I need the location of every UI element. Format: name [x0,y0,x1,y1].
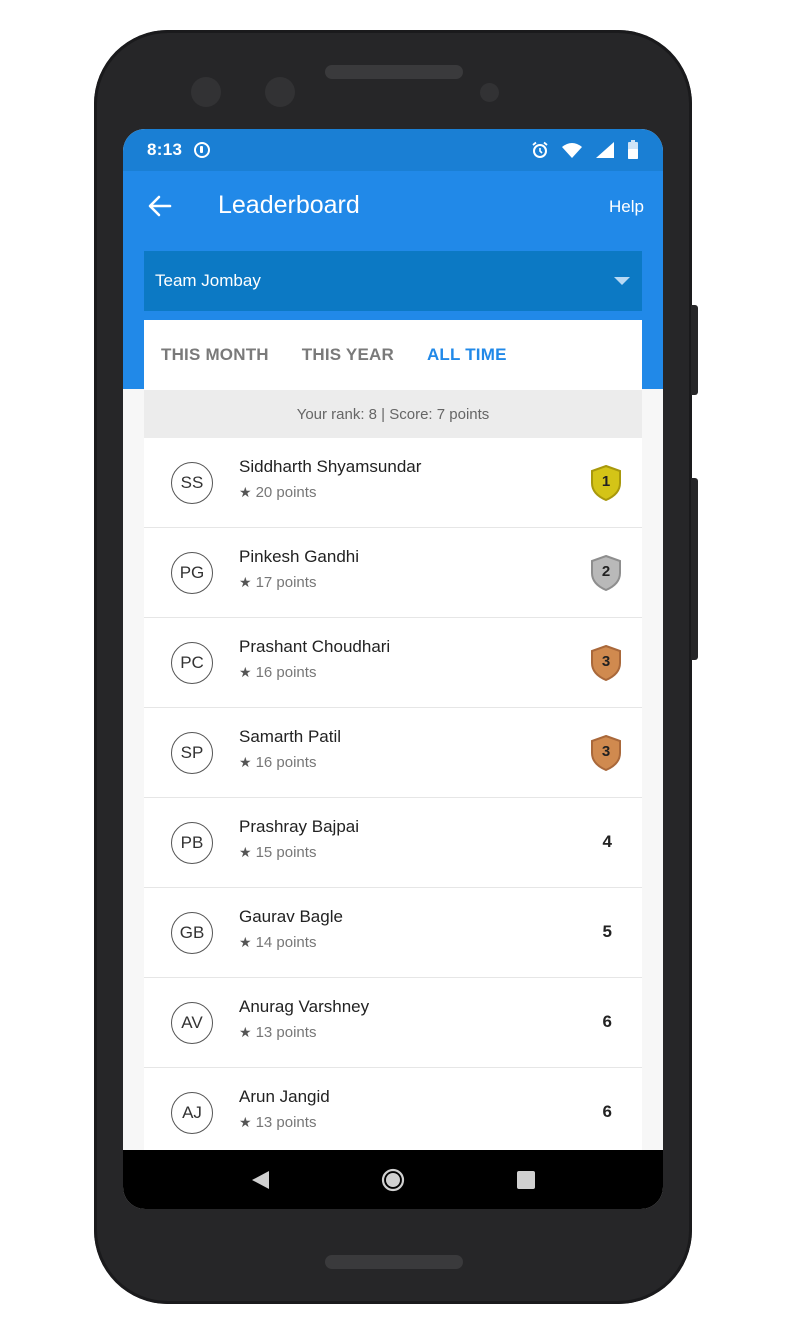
points-value: 16 points [255,754,317,771]
leader-row[interactable]: AJ Arun Jangid ★ 13 points 6 [144,1068,642,1158]
leader-name: Prashant Choudhari [239,637,391,656]
leader-name: Siddharth Shyamsundar [239,457,422,476]
leader-row[interactable]: AV Anurag Varshney ★ 13 points 6 [144,978,642,1068]
leaderboard-card: THIS MONTH THIS YEAR ALL TIME Your rank:… [144,320,642,1209]
avatar: GB [171,912,213,954]
period-tabs: THIS MONTH THIS YEAR ALL TIME [144,320,642,390]
arrow-left-icon[interactable] [145,191,175,221]
silver-medal-icon: 2 [590,554,622,592]
volume-button [691,478,698,660]
rank-number: 3 [601,653,611,670]
avatar: PB [171,822,213,864]
leader-points: ★ 16 points [239,754,316,771]
points-value: 14 points [255,934,317,951]
battery-icon [628,140,638,159]
notification-icon [194,142,211,158]
avatar: PC [171,642,213,684]
chevron-down-icon [614,277,630,285]
star-icon: ★ [239,754,252,770]
your-rank-bar: Your rank: 8 | Score: 7 points [144,390,642,438]
gold-medal-icon: 1 [590,464,622,502]
front-camera [265,77,295,107]
rank-number: 6 [602,1012,612,1031]
points-value: 20 points [255,484,317,501]
star-icon: ★ [239,1114,252,1130]
nav-back-icon[interactable] [249,1169,271,1191]
leader-row[interactable]: PC Prashant Choudhari ★ 16 points 3 [144,618,642,708]
rank-number: 1 [601,473,611,490]
leader-points: ★ 16 points [239,664,316,681]
leader-name: Gaurav Bagle [239,907,343,926]
leader-name: Samarth Patil [239,727,342,746]
leader-points: ★ 13 points [239,1114,316,1131]
avatar: AV [171,1002,213,1044]
avatar: PG [171,552,213,594]
nav-recents-icon[interactable] [515,1169,537,1191]
help-button[interactable]: Help [609,197,644,217]
tab-this-year[interactable]: THIS YEAR [302,345,394,365]
leader-row[interactable]: SS Siddharth Shyamsundar ★ 20 points 1 [144,438,642,528]
leader-name: Arun Jangid [239,1087,330,1106]
tab-all-time[interactable]: ALL TIME [427,345,507,365]
front-sensor [191,77,221,107]
leader-row[interactable]: SP Samarth Patil ★ 16 points 3 [144,708,642,798]
avatar: AJ [171,1092,213,1134]
leader-row[interactable]: PG Pinkesh Gandhi ★ 17 points 2 [144,528,642,618]
leader-points: ★ 13 points [239,1024,316,1041]
rank-number: 2 [601,563,611,580]
avatar: SS [171,462,213,504]
rank-number: 5 [602,922,612,941]
proximity-sensor [480,83,499,102]
system-nav-bar [123,1150,663,1209]
points-value: 16 points [255,664,317,681]
leader-name: Anurag Varshney [239,997,370,1016]
status-bar: 8:13 [123,129,663,171]
leader-row[interactable]: GB Gaurav Bagle ★ 14 points 5 [144,888,642,978]
bottom-speaker [325,1255,463,1269]
leader-points: ★ 15 points [239,844,316,861]
leader-list: SS Siddharth Shyamsundar ★ 20 points 1 P… [144,438,642,1158]
power-button [691,305,698,395]
points-value: 13 points [255,1114,317,1131]
page-title: Leaderboard [218,191,360,219]
rank-number: 6 [602,1102,612,1121]
leader-name: Pinkesh Gandhi [239,547,360,566]
star-icon: ★ [239,1024,252,1040]
star-icon: ★ [239,844,252,860]
alarm-icon [532,141,548,158]
earpiece [325,65,463,79]
team-select-value: Team Jombay [155,271,261,290]
bronze-medal-icon: 3 [590,734,622,772]
star-icon: ★ [239,934,252,950]
bronze-medal-icon: 3 [590,644,622,682]
leader-points: ★ 17 points [239,574,316,591]
points-value: 13 points [255,1024,317,1041]
leader-row[interactable]: PB Prashray Bajpai ★ 15 points 4 [144,798,642,888]
your-rank-text: Your rank: 8 | Score: 7 points [296,405,490,423]
rank-number: 4 [602,832,612,851]
tab-this-month[interactable]: THIS MONTH [161,345,269,365]
status-time: 8:13 [147,140,183,159]
star-icon: ★ [239,664,252,680]
wifi-icon [562,143,582,158]
star-icon: ★ [239,484,252,500]
leader-points: ★ 20 points [239,484,316,501]
points-value: 15 points [255,844,317,861]
signal-icon [596,142,614,158]
leader-name: Prashray Bajpai [239,817,360,836]
screen: 8:13 Leaderboard Help Team Jombay THIS M… [123,129,663,1209]
team-select[interactable]: Team Jombay [144,251,642,311]
avatar: SP [171,732,213,774]
leader-points: ★ 14 points [239,934,316,951]
nav-home-icon[interactable] [381,1168,405,1192]
star-icon: ★ [239,574,252,590]
rank-number: 3 [601,743,611,760]
points-value: 17 points [255,574,317,591]
